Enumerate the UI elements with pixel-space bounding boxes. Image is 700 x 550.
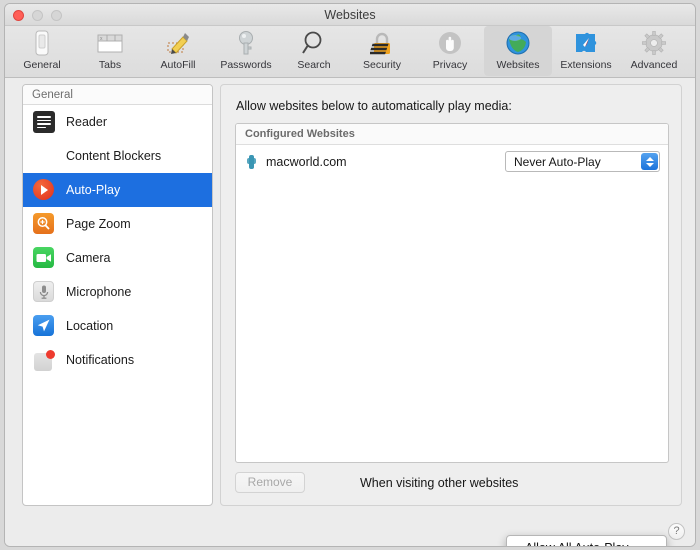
toolbar-label: Privacy	[432, 59, 468, 71]
sidebar-item-label: Camera	[66, 251, 111, 265]
toolbar-label: Security	[363, 59, 401, 71]
table-row[interactable]: macworld.com Never Auto-Play	[236, 145, 668, 178]
macworld-favicon	[246, 154, 257, 169]
help-button[interactable]: ?	[668, 523, 685, 540]
toolbar-label: Passwords	[220, 59, 272, 71]
camera-icon	[33, 247, 55, 269]
preferences-window: Websites General x Tabs AutoFill Passwor…	[4, 3, 696, 547]
chevron-updown-icon[interactable]	[641, 153, 658, 170]
general-icon	[30, 29, 54, 57]
panel-footer: Remove When visiting other websites	[235, 472, 667, 493]
toolbar-item-passwords[interactable]: Passwords	[212, 26, 280, 76]
toolbar-label: Websites	[496, 59, 540, 71]
preferences-toolbar: General x Tabs AutoFill Passwords Search…	[5, 26, 695, 78]
tabs-icon: x	[96, 29, 124, 57]
website-name: macworld.com	[266, 154, 347, 169]
puzzle-icon	[573, 29, 599, 57]
toolbar-item-extensions[interactable]: Extensions	[552, 26, 620, 76]
lock-icon	[370, 29, 394, 57]
content-blockers-icon	[33, 145, 55, 167]
notifications-icon	[33, 349, 55, 371]
sidebar-item-label: Microphone	[66, 285, 132, 299]
reader-icon	[33, 111, 55, 133]
sidebar-item-microphone[interactable]: Microphone	[23, 275, 212, 309]
sidebar-item-label: Auto-Play	[66, 183, 121, 197]
traffic-light-group	[13, 10, 62, 21]
globe-icon	[505, 29, 531, 57]
toolbar-label: Search	[297, 59, 331, 71]
gear-icon	[641, 29, 667, 57]
close-window-icon[interactable]	[13, 10, 24, 21]
toolbar-label: Extensions	[560, 59, 612, 71]
websites-category-sidebar[interactable]: General Reader Content Blockers Auto-Pla…	[22, 84, 213, 506]
sidebar-item-label: Page Zoom	[66, 217, 131, 231]
auto-play-setting-select[interactable]: Never Auto-Play	[505, 151, 660, 172]
sidebar-item-page-zoom[interactable]: Page Zoom	[23, 207, 212, 241]
auto-play-setting-value: Never Auto-Play	[514, 154, 601, 169]
sidebar-item-content-blockers[interactable]: Content Blockers	[23, 139, 212, 173]
sidebar-item-auto-play[interactable]: Auto-Play	[23, 173, 212, 207]
toolbar-label: AutoFill	[160, 59, 196, 71]
autofill-icon	[165, 29, 191, 57]
sidebar-header: General	[23, 85, 212, 105]
sidebar-item-label: Content Blockers	[66, 149, 162, 163]
toolbar-item-advanced[interactable]: Advanced	[620, 26, 688, 76]
sidebar-item-label: Location	[66, 319, 114, 333]
window-title: Websites	[324, 8, 376, 22]
toolbar-item-privacy[interactable]: Privacy	[416, 26, 484, 76]
menu-item-allow-all-auto-play[interactable]: Allow All Auto-Play	[507, 539, 666, 546]
toolbar-item-autofill[interactable]: AutoFill	[144, 26, 212, 76]
sidebar-item-label: Notifications	[66, 353, 135, 367]
other-websites-label: When visiting other websites	[360, 475, 519, 490]
toolbar-item-tabs[interactable]: x Tabs	[76, 26, 144, 76]
remove-button[interactable]: Remove	[235, 472, 305, 493]
sidebar-item-camera[interactable]: Camera	[23, 241, 212, 275]
auto-play-popup-menu[interactable]: Allow All Auto-Play ✓ Stop Media with So…	[506, 535, 667, 546]
minimize-window-icon[interactable]	[32, 10, 43, 21]
sidebar-item-reader[interactable]: Reader	[23, 105, 212, 139]
microphone-icon	[33, 281, 55, 303]
key-icon	[235, 29, 257, 57]
toolbar-label: General	[23, 59, 61, 71]
toolbar-item-websites[interactable]: Websites	[484, 26, 552, 76]
magnifier-icon	[301, 29, 327, 57]
toolbar-item-general[interactable]: General	[8, 26, 76, 76]
location-icon	[33, 315, 55, 337]
auto-play-icon	[33, 179, 55, 201]
hand-icon	[437, 29, 463, 57]
page-zoom-icon	[33, 213, 55, 235]
sidebar-item-label: Reader	[66, 115, 107, 129]
window-titlebar: Websites	[5, 4, 695, 26]
preferences-content: General Reader Content Blockers Auto-Pla…	[5, 78, 695, 546]
panel-caption: Allow websites below to automatically pl…	[236, 99, 512, 113]
maximize-window-icon[interactable]	[51, 10, 62, 21]
toolbar-item-search[interactable]: Search	[280, 26, 348, 76]
sidebar-item-location[interactable]: Location	[23, 309, 212, 343]
auto-play-settings-panel: Allow websites below to automatically pl…	[220, 84, 682, 506]
menu-item-label: Allow All Auto-Play	[525, 539, 629, 546]
sidebar-item-notifications[interactable]: Notifications	[23, 343, 212, 377]
toolbar-item-security[interactable]: Security	[348, 26, 416, 76]
configured-websites-header: Configured Websites	[236, 124, 668, 145]
toolbar-label: Tabs	[98, 59, 122, 71]
toolbar-label: Advanced	[630, 59, 678, 71]
configured-websites-listbox[interactable]: Configured Websites macworld.com Never A…	[235, 123, 669, 463]
